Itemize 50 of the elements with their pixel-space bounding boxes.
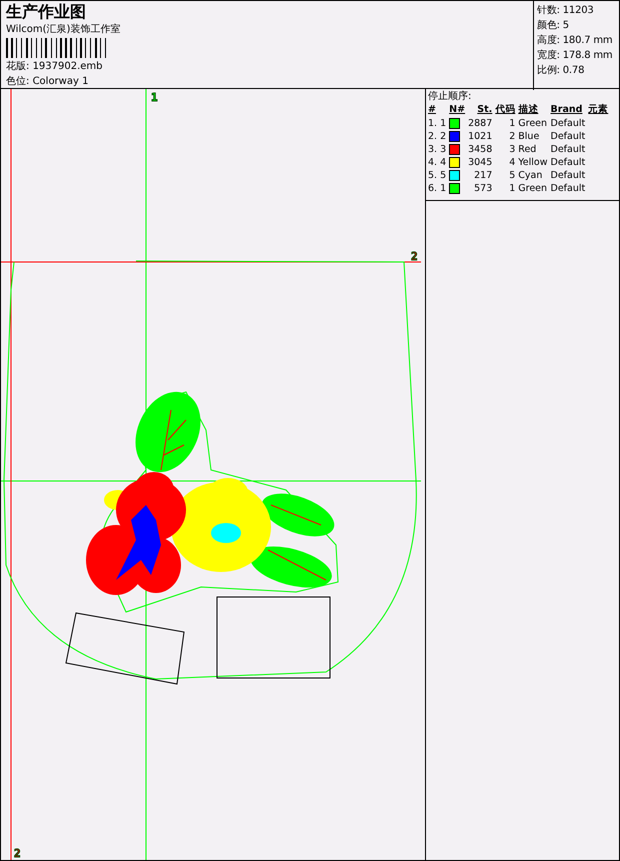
column-header: N#	[449, 103, 466, 117]
guide-label: 2	[14, 847, 21, 860]
stop-sequence-title: 停止顺序:	[428, 90, 472, 103]
summary-item: 颜色: 5	[537, 18, 570, 33]
table-cell: 4	[495, 156, 518, 169]
column-header: 描述	[518, 103, 551, 117]
table-cell-text: Cyan	[518, 169, 544, 182]
guide-label: 2	[411, 250, 418, 263]
table-cell: 6. 1	[428, 182, 450, 195]
table-cell-text: 573	[473, 182, 494, 195]
column-header: 代码	[495, 103, 518, 117]
table-cell-text: Default	[550, 169, 586, 182]
table-cell-text: 217	[473, 169, 494, 182]
table-cell-text: Default	[550, 130, 586, 143]
table-cell: 3. 3	[428, 143, 450, 156]
table-cell-text: Default	[550, 182, 586, 195]
table-cell-text: Default	[550, 156, 586, 169]
table-cell: 1	[495, 117, 518, 130]
design-file: 花版: 1937902.emb	[6, 60, 104, 73]
table-cell: 4. 4	[428, 156, 450, 169]
table-cell: 2. 2	[428, 130, 450, 143]
table-cell-text: 3045	[468, 156, 494, 169]
summary-item: 宽度: 178.8 mm	[537, 48, 614, 63]
column-header: 元素	[588, 103, 610, 117]
table-cell: 1. 1	[428, 117, 450, 130]
table-cell-text: 2887	[468, 117, 494, 130]
colorway: 色位: Colorway 1	[6, 75, 90, 88]
summary-item: 高度: 180.7 mm	[537, 34, 614, 48]
table-cell: 1	[495, 182, 518, 195]
table-cell-text: Yellow	[518, 156, 549, 169]
summary-item: 比例: 0.78	[537, 64, 586, 78]
table-cell: 5. 5	[428, 169, 450, 182]
company-name: Wilcom(汇泉)装饰工作室	[6, 23, 122, 36]
table-cell-text: Blue	[518, 130, 540, 143]
table-cell-text: 3	[508, 143, 516, 156]
table-cell-text: Red	[518, 143, 538, 156]
table-cell-text: Default	[550, 143, 586, 156]
column-header: #	[428, 103, 450, 117]
column-header: Brand	[550, 103, 588, 117]
table-cell: 5	[495, 169, 518, 182]
page-title: 生产作业图	[6, 3, 87, 21]
table-cell-text: Default	[550, 117, 586, 130]
table-cell-text: Green	[518, 182, 548, 195]
guide-label: 1	[151, 91, 158, 104]
table-cell-text: Green	[518, 117, 548, 130]
column-header: St.	[468, 103, 496, 117]
table-cell-text: 1021	[468, 130, 494, 143]
table-cell-text: 3458	[468, 143, 494, 156]
table-cell-text: 2	[508, 130, 516, 143]
summary-item: 针数: 11203	[537, 4, 595, 18]
